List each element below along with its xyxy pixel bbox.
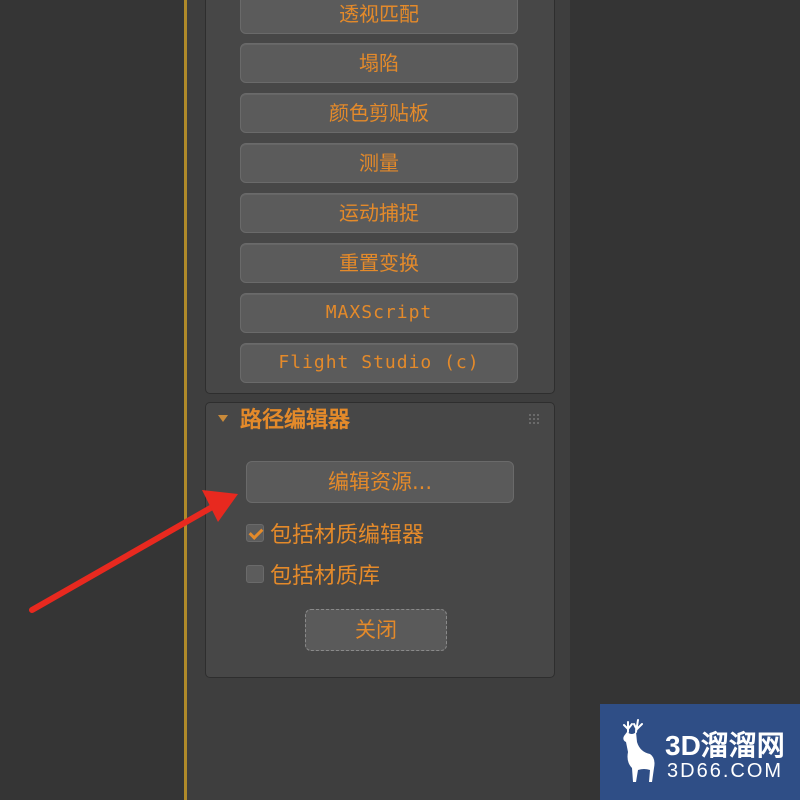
watermark-title: 3D溜溜网 (665, 730, 785, 761)
flight-studio-button[interactable]: Flight Studio (c) (240, 343, 518, 383)
collapse-triangle-icon[interactable] (218, 415, 228, 422)
deer-logo-icon (623, 719, 655, 782)
include-material-editor-label: 包括材质编辑器 (270, 523, 425, 548)
viewport-area (0, 0, 184, 800)
include-material-editor-checkbox[interactable] (246, 524, 264, 542)
reset-xform-button[interactable]: 重置变换 (240, 243, 518, 283)
include-material-library-option[interactable]: 包括材质库 (246, 559, 380, 589)
right-empty-area (570, 0, 800, 800)
collapse-button[interactable]: 塌陷 (240, 43, 518, 83)
include-material-library-checkbox[interactable] (246, 565, 264, 583)
color-clipboard-button[interactable]: 颜色剪贴板 (240, 93, 518, 133)
include-material-editor-option[interactable]: 包括材质编辑器 (246, 518, 424, 548)
close-button[interactable]: 关闭 (305, 609, 447, 651)
watermark-subtitle: 3D66.COM (667, 760, 784, 782)
maxscript-button[interactable]: MAXScript (240, 293, 518, 333)
include-material-library-label: 包括材质库 (270, 564, 381, 589)
motion-capture-button[interactable]: 运动捕捉 (240, 193, 518, 233)
app-viewport: 透视匹配 塌陷 颜色剪贴板 测量 运动捕捉 重置变换 MAXScript Fli… (0, 0, 800, 800)
perspective-match-button[interactable]: 透视匹配 (240, 0, 518, 34)
measure-button[interactable]: 测量 (240, 143, 518, 183)
path-editor-title[interactable]: 路径编辑器 (240, 404, 350, 438)
edit-resources-button[interactable]: 编辑资源... (246, 461, 514, 503)
grip-dots-icon[interactable] (529, 414, 539, 424)
